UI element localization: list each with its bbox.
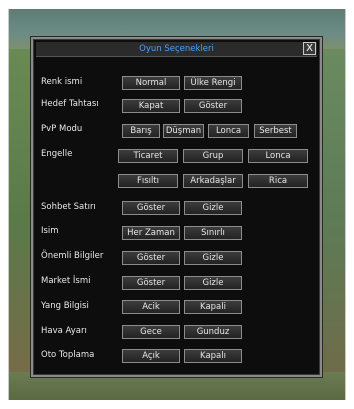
row-label-yang-info: Yang Bilgisi [41, 301, 89, 311]
block-request-button[interactable]: Rica [248, 174, 308, 188]
auto-pickup-on-button[interactable]: Açık [122, 349, 180, 363]
market-name-show-button[interactable]: Göster [122, 276, 180, 290]
name-always-button[interactable]: Her Zaman [122, 226, 180, 240]
weather-night-button[interactable]: Gece [122, 325, 180, 339]
color-name-normal-button[interactable]: Normal [122, 76, 180, 90]
game-options-window: Oyun Seçenekleri X Renk ismi Normal Ülke… [31, 37, 322, 377]
pvp-guild-button[interactable]: Lonca [208, 124, 249, 138]
block-party-button[interactable]: Grup [183, 149, 243, 163]
block-trade-button[interactable]: Ticaret [118, 149, 178, 163]
yang-info-off-button[interactable]: Kapali [184, 300, 242, 314]
game-scene-background [318, 49, 345, 389]
block-whisper-button[interactable]: Fısıltı [118, 174, 178, 188]
auto-pickup-off-button[interactable]: Kapalı [184, 349, 242, 363]
block-friends-button[interactable]: Arkadaşlar [183, 174, 243, 188]
chat-line-hide-button[interactable]: Gizle [184, 201, 242, 215]
market-name-hide-button[interactable]: Gizle [184, 276, 242, 290]
target-board-show-button[interactable]: Göster [184, 99, 242, 113]
yang-info-on-button[interactable]: Acik [122, 300, 180, 314]
window-titlebar[interactable]: Oyun Seçenekleri X [36, 42, 317, 57]
row-label-block: Engelle [41, 149, 73, 159]
close-button[interactable]: X [303, 42, 316, 55]
row-label-market-name: Market İsmi [41, 276, 91, 286]
row-label-weather: Hava Ayarı [41, 326, 87, 336]
game-scene-background [9, 49, 31, 389]
row-label-pvp-mode: PvP Modu [41, 124, 83, 134]
pvp-free-button[interactable]: Serbest [254, 124, 297, 138]
row-label-name: Isim [41, 226, 59, 236]
row-label-auto-pickup: Oto Toplama [41, 350, 95, 360]
window-title: Oyun Seçenekleri [139, 44, 214, 54]
row-label-chat-line: Sohbet Satırı [41, 202, 96, 212]
pvp-enemy-button[interactable]: Düşman [163, 124, 204, 138]
weather-day-button[interactable]: Gunduz [184, 325, 242, 339]
name-limited-button[interactable]: Sınırlı [184, 226, 242, 240]
chat-line-show-button[interactable]: Göster [122, 201, 180, 215]
target-board-close-button[interactable]: Kapat [122, 99, 180, 113]
row-label-target-board: Hedef Tahtası [41, 99, 99, 109]
important-info-show-button[interactable]: Göster [122, 251, 180, 265]
block-guild-button[interactable]: Lonca [248, 149, 308, 163]
close-icon: X [306, 43, 313, 54]
important-info-hide-button[interactable]: Gizle [184, 251, 242, 265]
pvp-peace-button[interactable]: Barış [122, 124, 160, 138]
color-name-country-button[interactable]: Ülke Rengi [184, 76, 242, 90]
row-label-important-info: Önemli Bilgiler [41, 251, 104, 261]
row-label-color-name: Renk ismi [41, 77, 83, 87]
